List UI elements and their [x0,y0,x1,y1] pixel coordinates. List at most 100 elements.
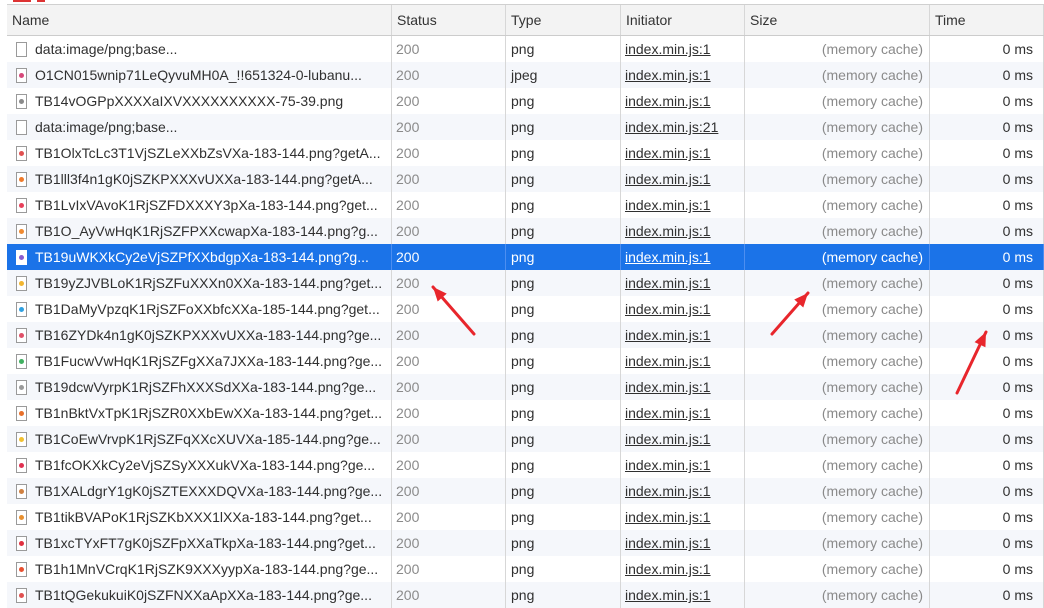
table-row[interactable]: TB1lll3f4n1gK0jSZKPXXXvUXXa-183-144.png?… [7,166,1044,192]
cell-name[interactable]: data:image/png;base... [7,36,392,62]
cell-name[interactable]: TB1h1MnVCrqK1RjSZK9XXXyypXa-183-144.png?… [7,556,392,582]
image-file-icon [16,145,27,161]
table-row[interactable]: TB1OlxTcLc3T1VjSZLeXXbZsVXa-183-144.png?… [7,140,1044,166]
cell-name[interactable]: TB1tQGekukuiK0jSZFNXXaApXXa-183-144.png?… [7,582,392,608]
cell-name[interactable]: TB1CoEwVrvpK1RjSZFqXXcXUVXa-185-144.png?… [7,426,392,452]
table-row[interactable]: TB19yZJVBLoK1RjSZFuXXXn0XXa-183-144.png?… [7,270,1044,296]
cell-initiator: index.min.js:1 [621,244,745,270]
request-name: TB1FucwVwHqK1RjSZFgXXa7JXXa-183-144.png?… [35,353,383,369]
table-row[interactable]: TB1DaMyVpzqK1RjSZFoXXbfcXXa-185-144.png?… [7,296,1044,322]
initiator-link[interactable]: index.min.js:1 [625,41,711,57]
initiator-link[interactable]: index.min.js:1 [625,509,711,525]
initiator-link[interactable]: index.min.js:1 [625,431,711,447]
initiator-link[interactable]: index.min.js:1 [625,197,711,213]
cell-type: png [506,166,621,192]
cell-status: 200 [392,140,506,166]
table-row[interactable]: TB1xcTYxFT7gK0jSZFpXXaTkpXa-183-144.png?… [7,530,1044,556]
cell-size: (memory cache) [745,88,930,114]
initiator-link[interactable]: index.min.js:1 [625,171,711,187]
image-file-icon [16,67,27,83]
initiator-link[interactable]: index.min.js:1 [625,535,711,551]
cell-size: (memory cache) [745,140,930,166]
column-header-name[interactable]: Name [7,5,392,35]
cell-name[interactable]: TB1DaMyVpzqK1RjSZFoXXbfcXXa-185-144.png?… [7,296,392,322]
table-row[interactable]: TB1LvIxVAvoK1RjSZFDXXXY3pXa-183-144.png?… [7,192,1044,218]
initiator-link[interactable]: index.min.js:1 [625,457,711,473]
cell-name[interactable]: TB19uWKXkCy2eVjSZPfXXbdgpXa-183-144.png?… [7,244,392,270]
cell-name[interactable]: TB1fcOKXkCy2eVjSZSyXXXukVXa-183-144.png?… [7,452,392,478]
initiator-link[interactable]: index.min.js:1 [625,405,711,421]
table-row[interactable]: TB1FucwVwHqK1RjSZFgXXa7JXXa-183-144.png?… [7,348,1044,374]
initiator-link[interactable]: index.min.js:1 [625,145,711,161]
request-name: TB1h1MnVCrqK1RjSZK9XXXyypXa-183-144.png?… [35,561,379,577]
cell-type: png [506,88,621,114]
table-row[interactable]: TB1XALdgrY1gK0jSZTEXXXDQVXa-183-144.png?… [7,478,1044,504]
column-header-type[interactable]: Type [506,5,621,35]
cell-name[interactable]: TB14vOGPpXXXXaIXVXXXXXXXXXX-75-39.png [7,88,392,114]
cell-status: 200 [392,426,506,452]
table-row[interactable]: data:image/png;base... 200 png index.min.js… [7,114,1044,140]
table-row[interactable]: TB14vOGPpXXXXaIXVXXXXXXXXXX-75-39.png 200… [7,88,1044,114]
initiator-link[interactable]: index.min.js:21 [625,119,718,135]
cell-initiator: index.min.js:1 [621,504,745,530]
cell-size: (memory cache) [745,322,930,348]
cell-status: 200 [392,530,506,556]
request-name: TB16ZYDk4n1gK0jSZKPXXXvUXXa-183-144.png?… [35,327,382,343]
accent-mark [13,0,31,2]
cell-name[interactable]: TB1tikBVAPoK1RjSZKbXXX1lXXa-183-144.png?… [7,504,392,530]
cell-initiator: index.min.js:1 [621,348,745,374]
cell-name[interactable]: TB1OlxTcLc3T1VjSZLeXXbZsVXa-183-144.png?… [7,140,392,166]
request-name: TB1xcTYxFT7gK0jSZFpXXaTkpXa-183-144.png?… [35,535,376,551]
image-file-icon [16,405,27,421]
cell-name[interactable]: data:image/png;base... [7,114,392,140]
table-row[interactable]: TB1fcOKXkCy2eVjSZSyXXXukVXa-183-144.png?… [7,452,1044,478]
cell-name[interactable]: TB19yZJVBLoK1RjSZFuXXXn0XXa-183-144.png?… [7,270,392,296]
cell-time: 0 ms [930,36,1044,62]
table-row[interactable]: data:image/png;base... 200 png index.min.js… [7,36,1044,62]
initiator-link[interactable]: index.min.js:1 [625,561,711,577]
cell-name[interactable]: TB16ZYDk4n1gK0jSZKPXXXvUXXa-183-144.png?… [7,322,392,348]
table-row[interactable]: TB19uWKXkCy2eVjSZPfXXbdgpXa-183-144.png?… [7,244,1044,270]
table-row[interactable]: TB1nBktVxTpK1RjSZR0XXbEwXXa-183-144.png?… [7,400,1044,426]
initiator-link[interactable]: index.min.js:1 [625,275,711,291]
initiator-link[interactable]: index.min.js:1 [625,223,711,239]
cell-status: 200 [392,582,506,608]
cell-name[interactable]: TB1nBktVxTpK1RjSZR0XXbEwXXa-183-144.png?… [7,400,392,426]
table-row[interactable]: TB1O_AyVwHqK1RjSZFPXXcwapXa-183-144.png?… [7,218,1044,244]
table-row[interactable]: TB1CoEwVrvpK1RjSZFqXXcXUVXa-185-144.png?… [7,426,1044,452]
initiator-link[interactable]: index.min.js:1 [625,301,711,317]
cell-time: 0 ms [930,62,1044,88]
initiator-link[interactable]: index.min.js:1 [625,93,711,109]
cell-name[interactable]: TB1FucwVwHqK1RjSZFgXXa7JXXa-183-144.png?… [7,348,392,374]
table-row[interactable]: TB16ZYDk4n1gK0jSZKPXXXvUXXa-183-144.png?… [7,322,1044,348]
cell-name[interactable]: TB1LvIxVAvoK1RjSZFDXXXY3pXa-183-144.png?… [7,192,392,218]
cell-name[interactable]: TB1XALdgrY1gK0jSZTEXXXDQVXa-183-144.png?… [7,478,392,504]
initiator-link[interactable]: index.min.js:1 [625,483,711,499]
cell-type: jpeg [506,62,621,88]
request-name: TB1fcOKXkCy2eVjSZSyXXXukVXa-183-144.png?… [35,457,376,473]
initiator-link[interactable]: index.min.js:1 [625,353,711,369]
initiator-link[interactable]: index.min.js:1 [625,379,711,395]
cell-name[interactable]: O1CN015wnip71LeQyvuMH0A_!!651324-0-luban… [7,62,392,88]
table-row[interactable]: TB1h1MnVCrqK1RjSZK9XXXyypXa-183-144.png?… [7,556,1044,582]
column-header-initiator[interactable]: Initiator [621,5,745,35]
table-row[interactable]: O1CN015wnip71LeQyvuMH0A_!!651324-0-luban… [7,62,1044,88]
column-header-size[interactable]: Size [745,5,930,35]
table-row[interactable]: TB19dcwVyrpK1RjSZFhXXXSdXXa-183-144.png?… [7,374,1044,400]
cell-size: (memory cache) [745,478,930,504]
column-header-status[interactable]: Status [392,5,506,35]
cell-size: (memory cache) [745,348,930,374]
table-row[interactable]: TB1tikBVAPoK1RjSZKbXXX1lXXa-183-144.png?… [7,504,1044,530]
cell-name[interactable]: TB1xcTYxFT7gK0jSZFpXXaTkpXa-183-144.png?… [7,530,392,556]
column-header-time[interactable]: Time [930,5,1044,35]
initiator-link[interactable]: index.min.js:1 [625,587,711,603]
cell-name[interactable]: TB19dcwVyrpK1RjSZFhXXXSdXXa-183-144.png?… [7,374,392,400]
cell-name[interactable]: TB1O_AyVwHqK1RjSZFPXXcwapXa-183-144.png?… [7,218,392,244]
initiator-link[interactable]: index.min.js:1 [625,67,711,83]
cell-size: (memory cache) [745,556,930,582]
initiator-link[interactable]: index.min.js:1 [625,249,711,265]
request-name: TB1CoEwVrvpK1RjSZFqXXcXUVXa-185-144.png?… [35,431,381,447]
initiator-link[interactable]: index.min.js:1 [625,327,711,343]
cell-name[interactable]: TB1lll3f4n1gK0jSZKPXXXvUXXa-183-144.png?… [7,166,392,192]
table-row[interactable]: TB1tQGekukuiK0jSZFNXXaApXXa-183-144.png?… [7,582,1044,608]
